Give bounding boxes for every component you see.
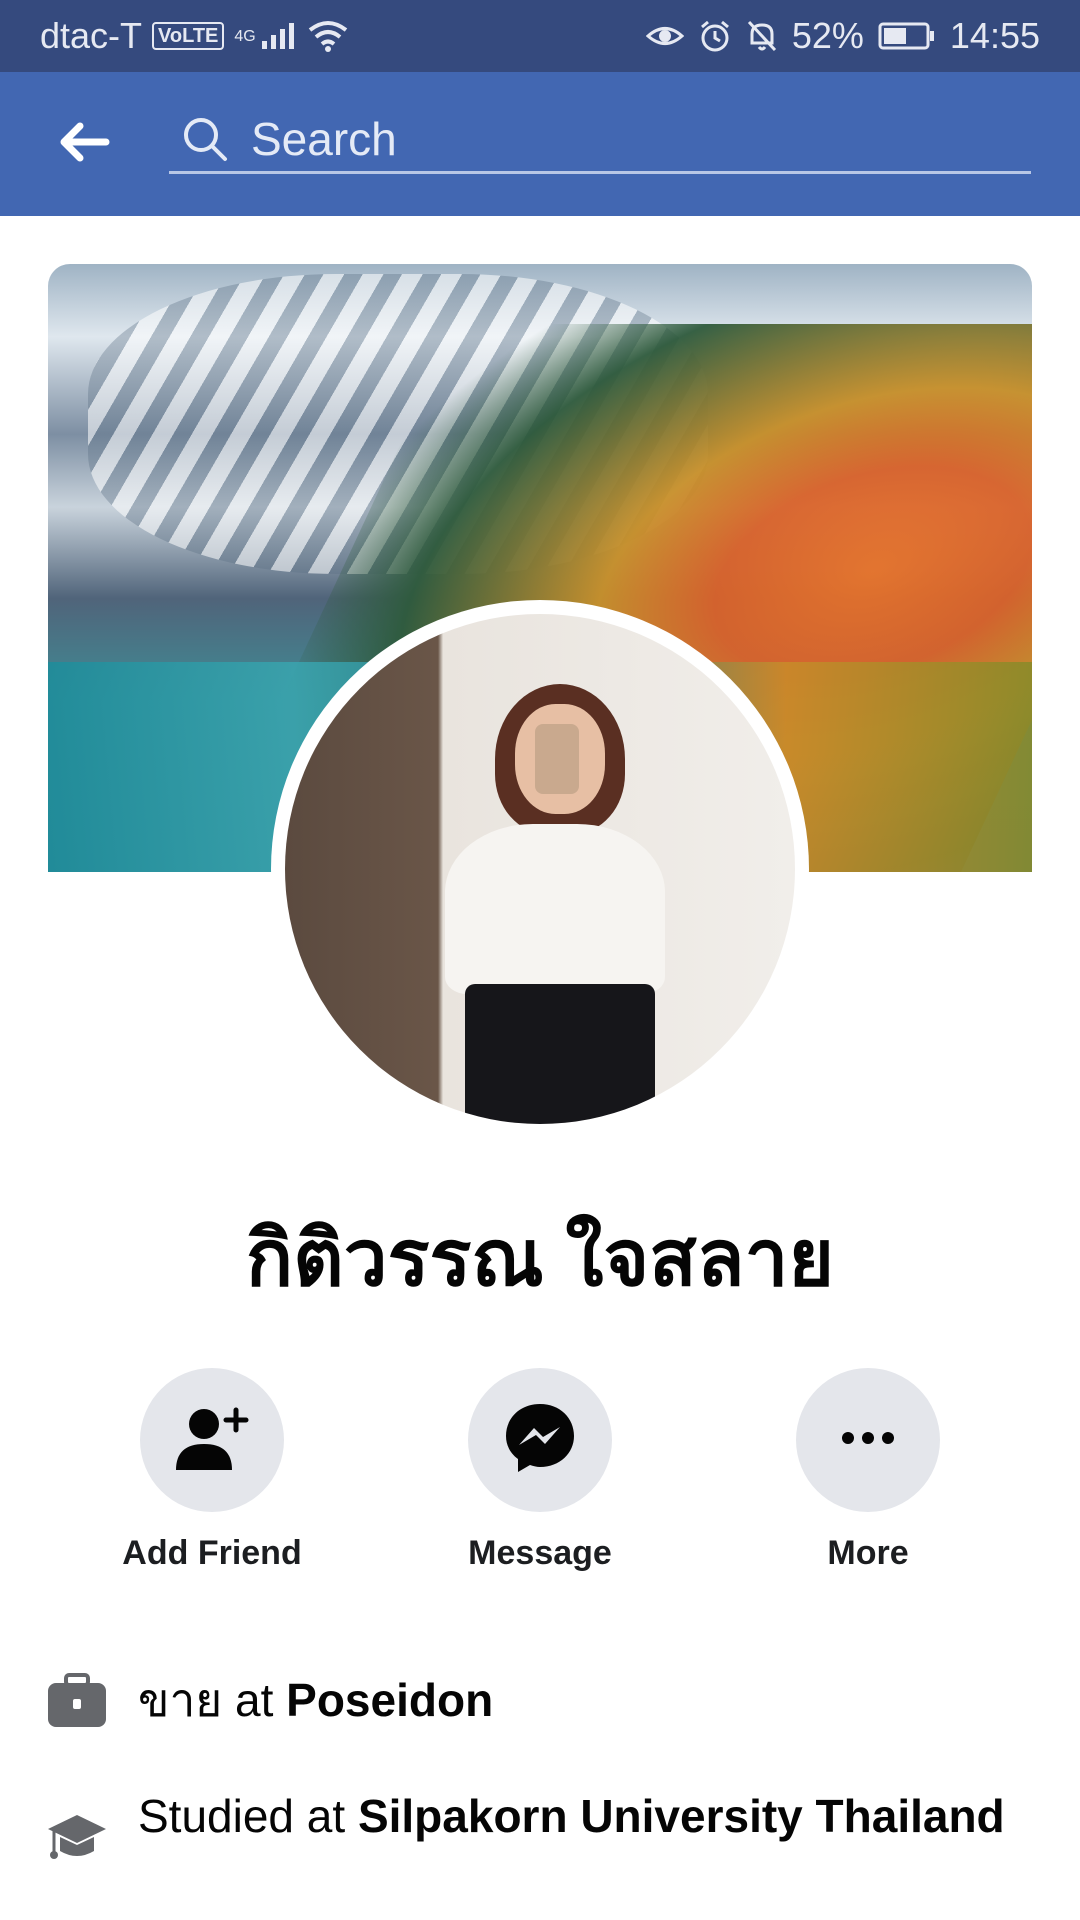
carrier-name: dtac-T [40,15,143,56]
profile-photo [285,614,795,1124]
messenger-icon [503,1401,577,1480]
search-icon [177,111,233,167]
photo-person-skirt [465,984,655,1124]
battery-icon [878,21,936,51]
status-bar: dtac-T VoLTE 4G 52% 14:55 [0,0,1080,72]
profile-picture[interactable] [271,600,809,1138]
more-icon [840,1430,896,1451]
add-friend-label: Add Friend [122,1534,302,1572]
more-button[interactable]: More [738,1368,998,1573]
briefcase-icon [46,1670,108,1732]
signal-icon [260,21,298,51]
message-button[interactable]: Message [410,1368,670,1573]
eye-comfort-icon [645,21,684,51]
work-info: ขาย at Poseidon [46,1670,1046,1732]
work-text: ขาย at Poseidon [138,1670,493,1730]
more-label: More [827,1534,909,1572]
education-text: Studied at Silpakorn University Thailand [138,1786,1005,1846]
add-friend-circle [140,1368,284,1512]
add-friend-button[interactable]: Add Friend [82,1368,342,1573]
study-prefix: Studied at [138,1790,358,1842]
add-friend-icon [174,1404,250,1477]
app-header [0,72,1080,216]
wifi-icon [308,20,348,52]
mute-icon [746,19,778,53]
back-button[interactable] [34,94,134,194]
education-info: Studied at Silpakorn University Thailand [46,1786,1046,1868]
battery-percent: 52% [791,15,864,56]
school-link[interactable]: Silpakorn University Thailand [358,1790,1005,1842]
work-prefix: ขาย at [138,1674,287,1726]
photo-person-shirt [445,824,665,994]
clock: 14:55 [949,15,1040,56]
search-bar[interactable] [169,106,1031,174]
message-circle [468,1368,612,1512]
profile-name: กิติวรรณ ใจสลาย [245,1214,835,1302]
search-input[interactable] [233,108,1031,169]
back-arrow-icon [58,122,110,167]
more-circle [796,1368,940,1512]
graduation-cap-icon [46,1806,108,1868]
network-type: 4G [234,28,256,45]
photo-phone [535,724,579,794]
volte-badge: VoLTE [152,22,225,50]
message-label: Message [468,1534,612,1572]
work-place-link[interactable]: Poseidon [286,1674,493,1726]
profile-actions: Add Friend Message More [0,1368,1080,1588]
alarm-icon [698,19,732,53]
